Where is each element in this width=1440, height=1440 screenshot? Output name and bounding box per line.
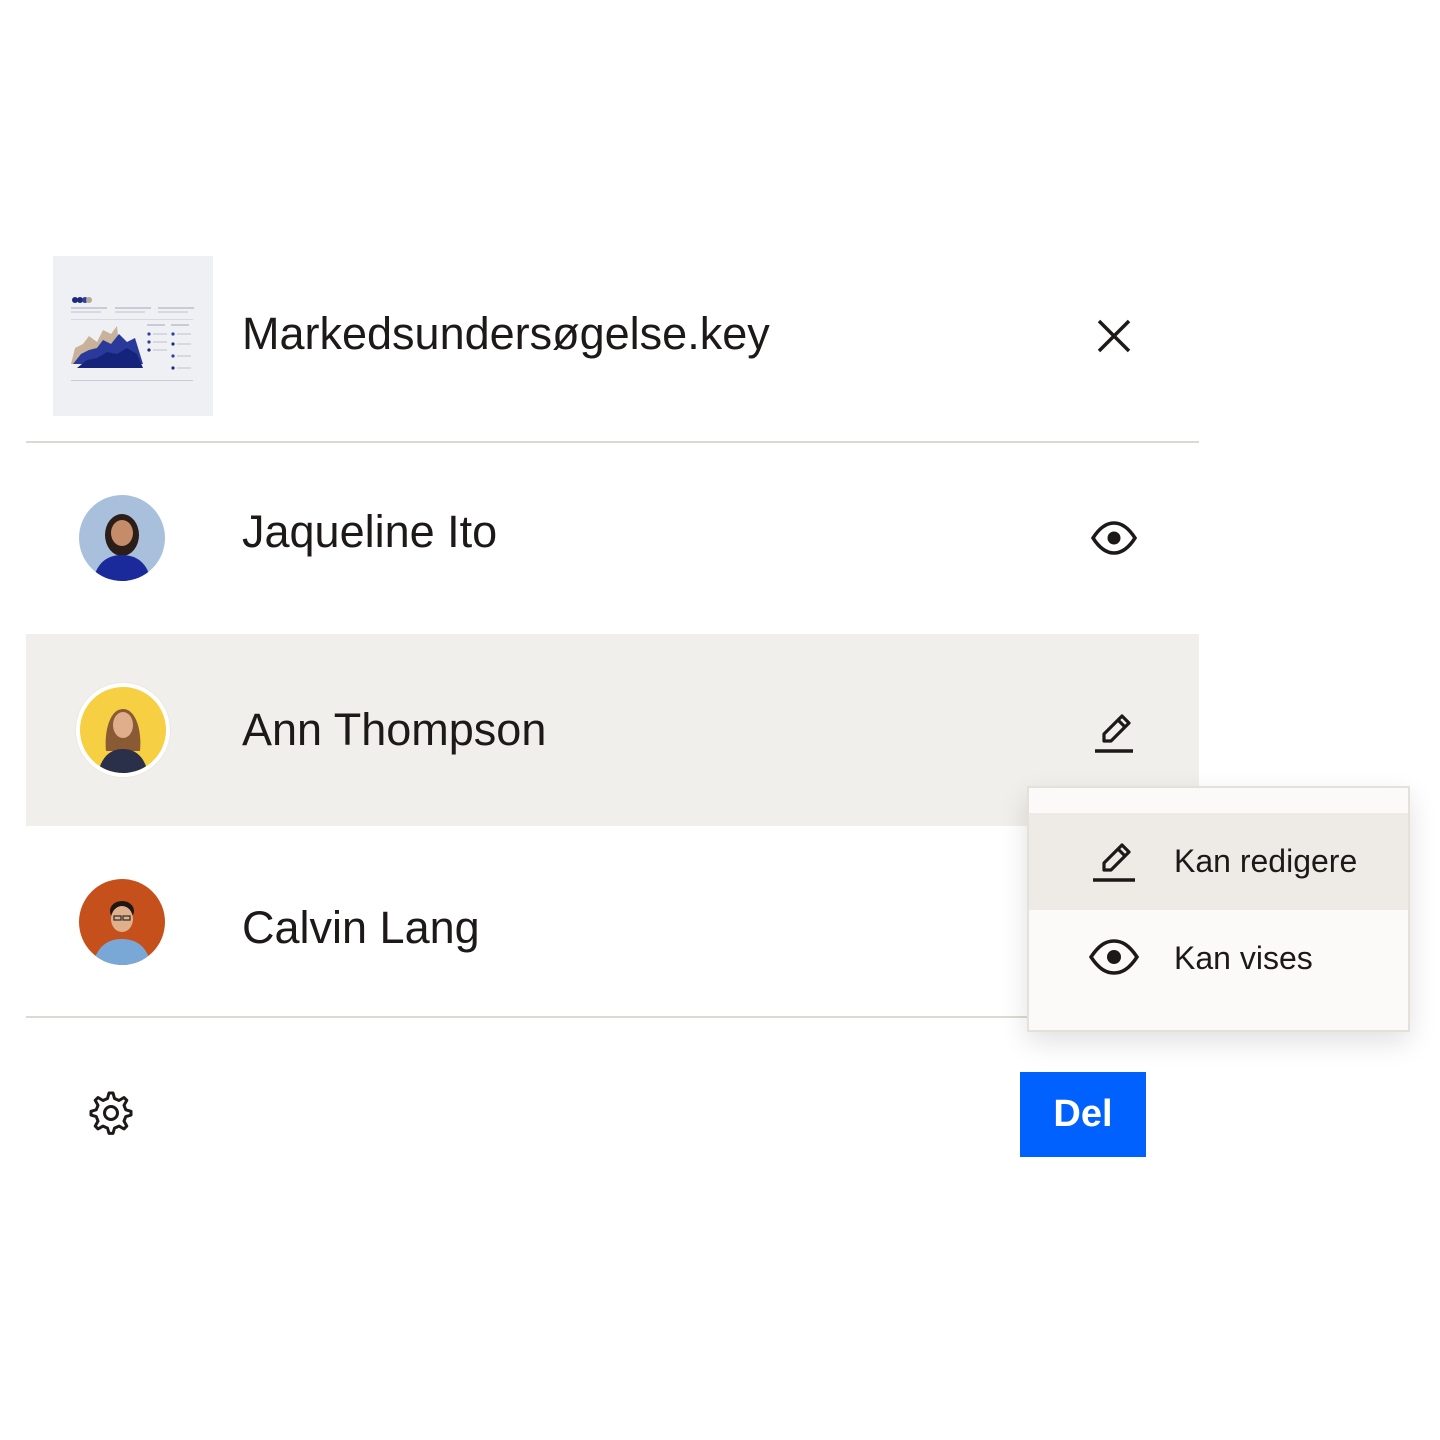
eye-icon[interactable] (1089, 513, 1139, 563)
pencil-icon (1089, 835, 1139, 885)
member-row[interactable] (26, 442, 1199, 634)
close-icon[interactable] (1090, 312, 1138, 360)
avatar (79, 879, 165, 965)
avatar (79, 495, 165, 581)
file-thumbnail (53, 256, 213, 416)
member-name: Ann Thompson (242, 704, 547, 755)
gear-icon[interactable] (86, 1088, 136, 1138)
eye-icon (1088, 932, 1140, 982)
menu-item-label: Kan vises (1174, 940, 1313, 976)
footer-divider (26, 1016, 1199, 1018)
menu-item-label: Kan redigere (1174, 843, 1358, 879)
member-name: Jaqueline Ito (242, 506, 498, 557)
member-row[interactable] (26, 826, 1199, 1018)
member-name: Calvin Lang (242, 902, 480, 953)
menu-item-can-view[interactable]: Kan vises (1029, 910, 1408, 1007)
file-name: Markedsundersøgelse.key (242, 308, 770, 359)
share-button[interactable]: Del (1020, 1072, 1146, 1157)
avatar (76, 683, 170, 777)
pencil-icon[interactable] (1089, 706, 1139, 756)
permission-menu: Kan redigere Kan vises (1027, 786, 1410, 1032)
member-row-selected[interactable] (26, 634, 1199, 826)
menu-item-can-edit[interactable]: Kan redigere (1029, 813, 1408, 910)
